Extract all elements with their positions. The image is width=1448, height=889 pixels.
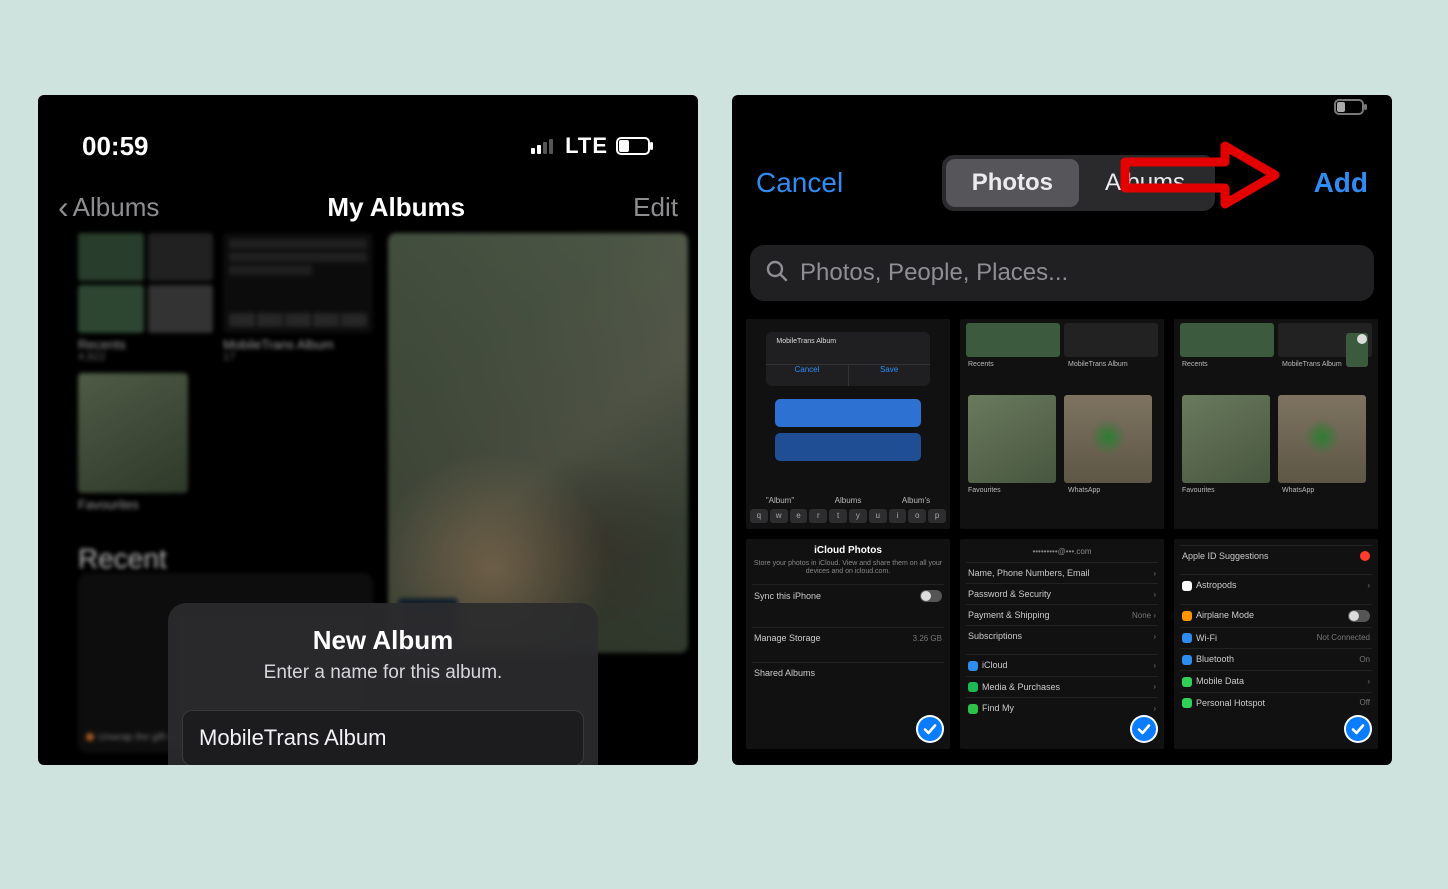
search-placeholder: Photos, People, Places... <box>800 259 1068 287</box>
mt-album-label: MobileTrans Album <box>223 337 334 352</box>
photo-cell-5[interactable]: •••••••••@•••.com Name, Phone Numbers, E… <box>960 539 1164 749</box>
recents-label: Recents <box>78 337 126 352</box>
big-recent-label: Recent <box>78 543 167 575</box>
nav-title: My Albums <box>327 192 465 223</box>
dialog-subtitle: Enter a name for this album. <box>186 662 580 684</box>
checkmark-icon <box>1344 715 1372 743</box>
status-bar: 00:59 LTE <box>38 95 698 167</box>
segment-photos[interactable]: Photos <box>946 159 1079 207</box>
photo-cell-1[interactable]: MobileTrans Album CancelSave "Album" Alb… <box>746 319 950 529</box>
dialog-title: New Album <box>186 625 580 656</box>
favourites-label: Favourites <box>78 497 139 512</box>
appleid-email: •••••••••@•••.com <box>966 547 1158 556</box>
albums-content: Recents 4,922 MobileTrans Album 17 Favou… <box>38 233 698 753</box>
photo-cell-3[interactable]: Recents MobileTrans Album Favourites Wha… <box>1174 319 1378 529</box>
mobiletrans-album-thumb[interactable] <box>223 233 373 333</box>
favourites-thumb[interactable] <box>78 373 188 493</box>
search-field[interactable]: Photos, People, Places... <box>750 245 1374 301</box>
segment-albums[interactable]: Albums <box>1079 159 1211 207</box>
recents-thumb[interactable] <box>78 233 213 333</box>
segment-control: Photos Albums <box>942 155 1215 211</box>
picker-header: Cancel Photos Albums Add <box>750 143 1374 223</box>
screen-new-album: 00:59 LTE ‹ Albums My Albums Edit <box>38 95 698 765</box>
nav-bar: ‹ Albums My Albums Edit <box>38 167 698 233</box>
status-time: 00:59 <box>82 131 149 162</box>
status-right: LTE <box>531 133 654 159</box>
add-button[interactable]: Add <box>1314 167 1374 199</box>
edit-button[interactable]: Edit <box>633 192 678 223</box>
album-name-input[interactable] <box>182 710 584 765</box>
battery-icon <box>1334 99 1368 129</box>
mt-album-count: 17 <box>223 351 235 363</box>
cellular-signal-icon <box>531 138 557 154</box>
status-network: LTE <box>565 133 608 159</box>
photo-grid: MobileTrans Album CancelSave "Album" Alb… <box>746 319 1378 749</box>
back-button[interactable]: ‹ Albums <box>58 191 159 223</box>
new-album-dialog: New Album Enter a name for this album. C… <box>168 603 598 765</box>
chevron-left-icon: ‹ <box>58 191 69 223</box>
back-label: Albums <box>73 192 160 223</box>
photo-cell-6[interactable]: Apple ID Suggestions Astropods› Airplane… <box>1174 539 1378 749</box>
status-bar-partial <box>732 99 1392 129</box>
big-photo-thumb[interactable] <box>388 233 688 653</box>
search-icon <box>766 260 788 287</box>
cancel-button[interactable]: Cancel <box>750 167 843 199</box>
screen-photo-picker: Cancel Photos Albums Add Photos, People,… <box>732 95 1392 765</box>
battery-icon <box>616 137 654 155</box>
recents-count: 4,922 <box>78 351 106 363</box>
photo-cell-2[interactable]: Recents MobileTrans Album Favourites Wha… <box>960 319 1164 529</box>
checkmark-icon <box>916 715 944 743</box>
checkmark-icon <box>1130 715 1158 743</box>
photo-cell-4[interactable]: iCloud Photos Store your photos in iClou… <box>746 539 950 749</box>
